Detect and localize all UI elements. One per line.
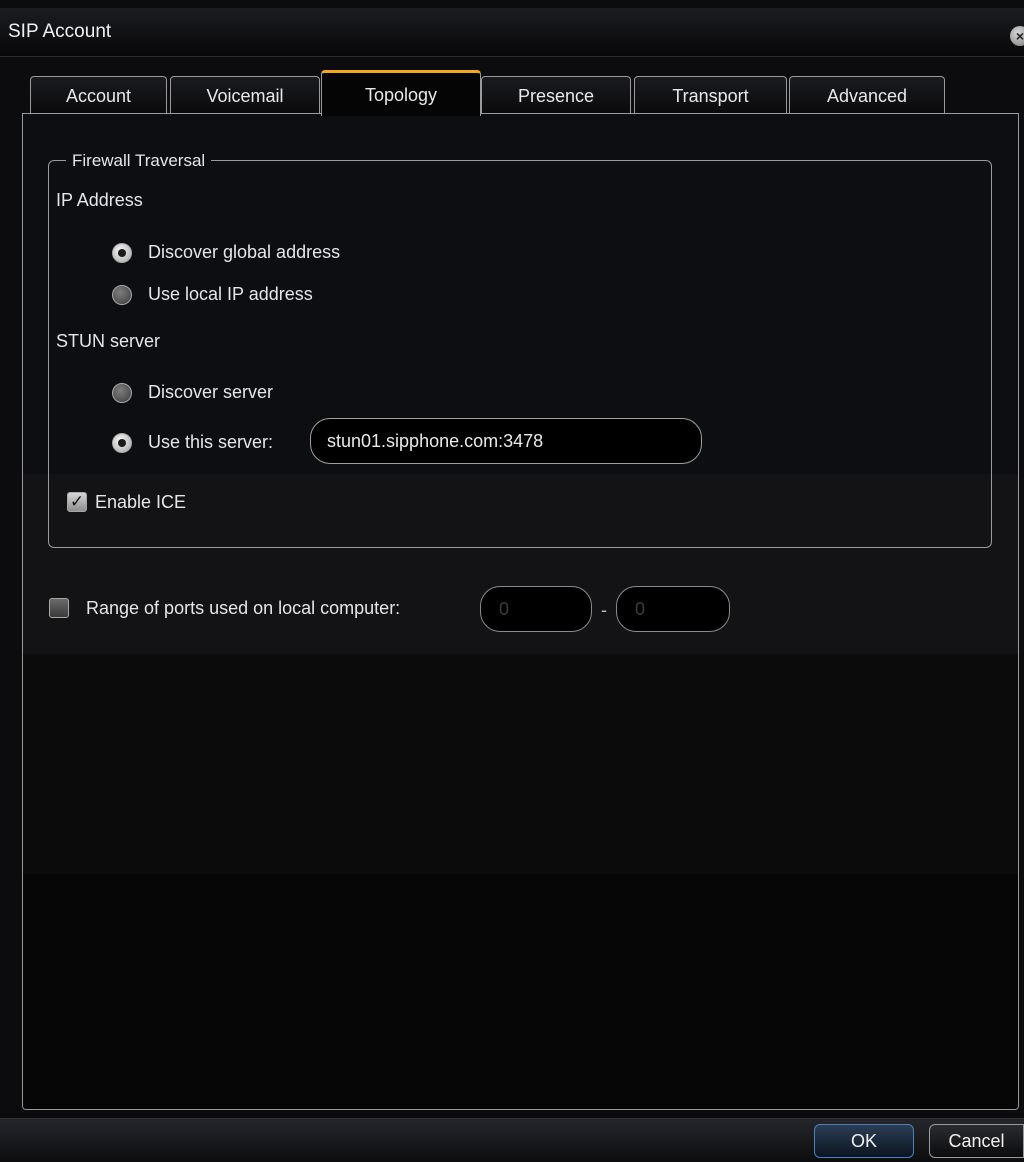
close-icon[interactable]: × (1010, 26, 1024, 46)
firewall-traversal-legend: Firewall Traversal (66, 151, 212, 171)
window-title: SIP Account (8, 21, 112, 42)
port-range-checkbox[interactable] (49, 598, 69, 618)
cancel-button[interactable]: Cancel (929, 1124, 1024, 1158)
ip-address-label: IP Address (56, 190, 143, 210)
discover-global-address-radio[interactable] (112, 243, 132, 263)
tab-bar: Account Voicemail Topology Presence Tran… (0, 70, 1024, 116)
ok-button[interactable]: OK (814, 1124, 914, 1158)
discover-server-label[interactable]: Discover server (148, 382, 273, 403)
title-bar: SIP Account × (0, 8, 1024, 57)
enable-ice-label[interactable]: Enable ICE (95, 492, 186, 513)
tab-topology[interactable]: Topology (321, 70, 481, 116)
tab-transport[interactable]: Transport (634, 76, 787, 114)
sip-account-window: SIP Account × Account Voicemail Topology… (0, 0, 1024, 1162)
tab-advanced[interactable]: Advanced (789, 76, 945, 114)
tab-presence[interactable]: Presence (481, 76, 631, 114)
enable-ice-checkbox[interactable]: ✓ (67, 492, 87, 512)
firewall-traversal-group (48, 160, 992, 548)
port-range-separator: - (601, 600, 607, 620)
discover-server-radio[interactable] (112, 383, 132, 403)
use-local-ip-label[interactable]: Use local IP address (148, 284, 313, 305)
use-local-ip-radio[interactable] (112, 285, 132, 305)
tab-account[interactable]: Account (30, 76, 167, 114)
tab-voicemail[interactable]: Voicemail (170, 76, 320, 114)
discover-global-address-label[interactable]: Discover global address (148, 242, 340, 263)
use-this-server-label[interactable]: Use this server: (148, 432, 273, 453)
stun-server-input[interactable]: stun01.sipphone.com:3478 (310, 418, 702, 464)
port-to-input[interactable]: 0 (616, 586, 730, 632)
port-from-input[interactable]: 0 (480, 586, 592, 632)
use-this-server-radio[interactable] (112, 433, 132, 453)
port-range-label[interactable]: Range of ports used on local computer: (86, 598, 400, 619)
stun-server-label: STUN server (56, 331, 161, 351)
